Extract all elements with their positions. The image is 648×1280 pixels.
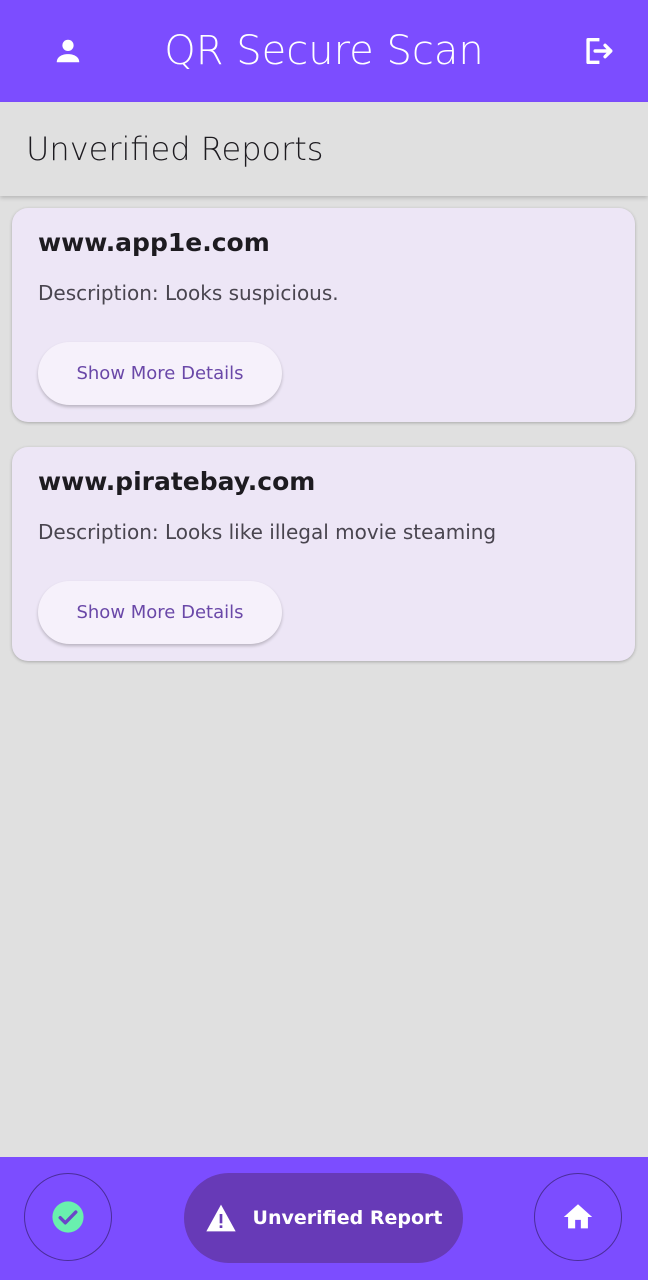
page-header: Unverified Reports xyxy=(0,102,648,196)
person-icon xyxy=(56,39,80,63)
report-description: Description: Looks like illegal movie st… xyxy=(38,520,497,544)
show-more-details-button[interactable]: Show More Details xyxy=(38,581,282,644)
warning-icon xyxy=(205,1204,236,1232)
report-card: www.piratebay.com Description: Looks lik… xyxy=(12,447,635,661)
nav-verified-button[interactable] xyxy=(24,1173,112,1261)
report-description: Description: Looks suspicious. xyxy=(38,281,339,305)
report-card: www.app1e.com Description: Looks suspici… xyxy=(12,208,635,422)
report-url: www.app1e.com xyxy=(38,228,270,257)
nav-home-button[interactable] xyxy=(534,1173,622,1261)
bottom-nav: Unverified Report xyxy=(0,1157,648,1280)
show-more-details-button[interactable]: Show More Details xyxy=(38,342,282,405)
profile-button[interactable] xyxy=(48,31,88,71)
report-list: www.app1e.com Description: Looks suspici… xyxy=(12,208,635,686)
nav-active-label: Unverified Report xyxy=(252,1207,443,1229)
nav-unverified-report-button[interactable]: Unverified Report xyxy=(184,1173,463,1263)
report-url: www.piratebay.com xyxy=(38,467,316,496)
page-title: Unverified Reports xyxy=(26,130,324,168)
check-circle-icon xyxy=(52,1201,84,1233)
home-icon xyxy=(563,1204,593,1229)
logout-icon xyxy=(586,37,613,65)
logout-button[interactable] xyxy=(578,31,618,71)
app-bar xyxy=(0,0,648,102)
